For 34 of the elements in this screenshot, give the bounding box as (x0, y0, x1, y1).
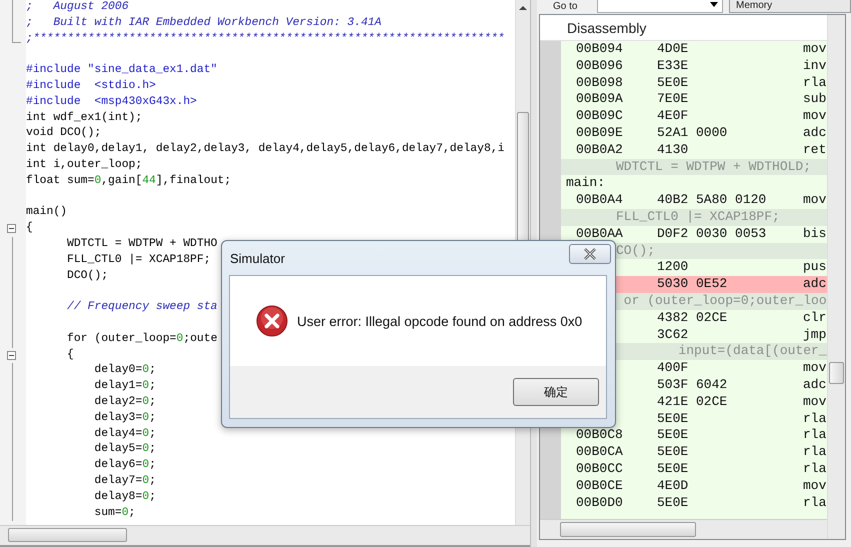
goto-label: Go to (553, 0, 578, 12)
code-line: WDTCTL = WDTPW + WDTHO (66, 236, 218, 252)
code-line: FLL_CTL0 |= XCAP18PF; (66, 252, 211, 268)
code-line: delay1=0; (93, 379, 156, 394)
code-line: sum=0; (93, 506, 136, 520)
code-line: main() (26, 205, 68, 220)
code-line: delay3=0; (93, 410, 156, 426)
code-line: #include <stdio.h> (26, 78, 156, 94)
code-line: int i,outer_loop; (26, 158, 142, 173)
code-line: #include <msp430xG43x.h> (26, 94, 197, 110)
code-line: { (66, 348, 74, 363)
code-line: for (outer_loop=0;oute (66, 332, 218, 347)
code-line: void DCO(); (26, 126, 102, 142)
code-line: delay5=0; (93, 442, 156, 458)
code-line: delay4=0; (93, 426, 156, 442)
code-line: #include "sine_data_ex1.dat" (26, 63, 218, 78)
code-line: // Frequency sweep sta (66, 300, 218, 316)
code-label: main: (565, 175, 606, 192)
error-message: User error: Illegal opcode found on address 0x0 (297, 314, 582, 328)
code-line: ; August 2006 (26, 0, 129, 15)
code-line: { (26, 221, 33, 236)
code-line: int wdf_ex1(int); (26, 110, 142, 126)
code-line: delay8=0; (93, 490, 156, 505)
code-line: float sum=0,gain[44],finalout; (26, 174, 232, 189)
dialog-title: Simulator (230, 251, 285, 266)
code-line: int delay0,delay1, delay2,delay3, delay4,delay5,delay6,delay7,delay8,i (26, 142, 504, 158)
code-line: delay6=0; (93, 458, 156, 474)
code-line: ;********************************************************************* (26, 32, 504, 47)
code-line: delay7=0; (93, 474, 156, 489)
code-line: ; Built with IAR Embedded Workbench Version: 3.41A (26, 16, 382, 31)
code-line: DCO(); (66, 268, 108, 284)
code-line: delay2=0; (93, 394, 156, 410)
panel-title: Disassembly (567, 20, 646, 36)
code-line: delay0=0; (93, 363, 156, 378)
